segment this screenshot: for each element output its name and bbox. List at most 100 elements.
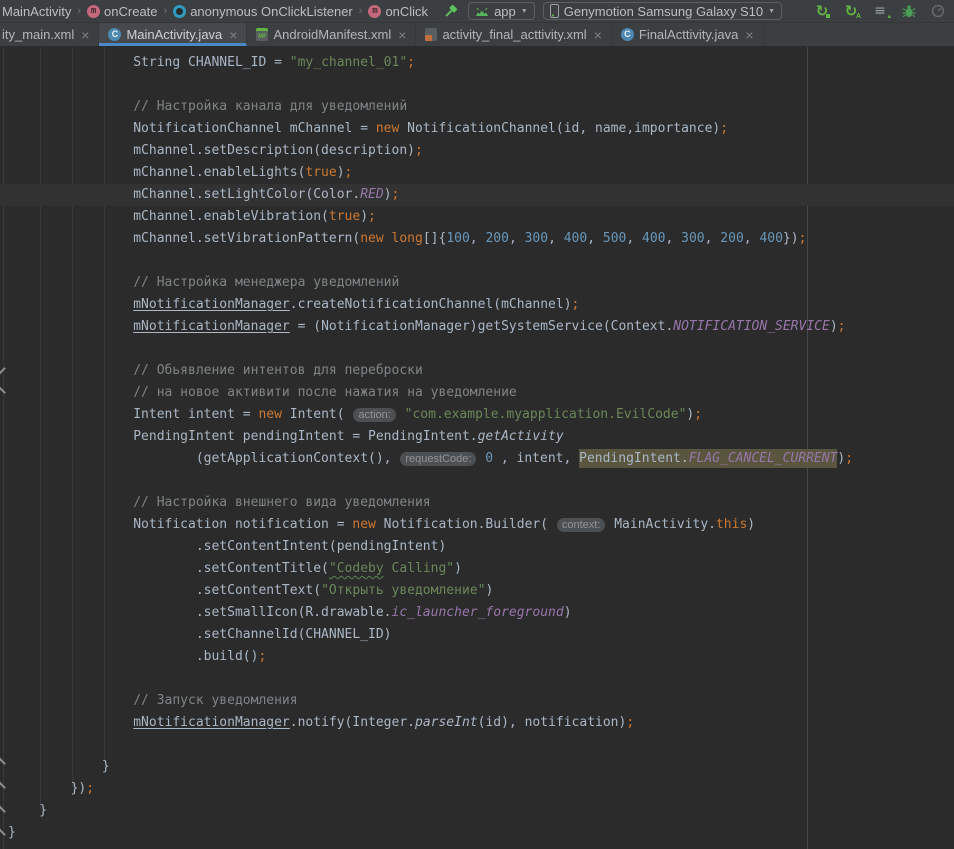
breadcrumb-item-mainactivity[interactable]: MainActivity bbox=[2, 4, 71, 19]
run-config-select[interactable]: app ▼ bbox=[468, 2, 535, 20]
code-token: } bbox=[8, 825, 16, 840]
code-line[interactable]: NotificationChannel mChannel = new Notif… bbox=[0, 118, 954, 140]
code-line[interactable]: .build(); bbox=[0, 646, 954, 668]
code-token: ic_launcher_foreground bbox=[392, 605, 564, 620]
code-token: Notification.Builder( bbox=[376, 517, 556, 532]
code-line[interactable] bbox=[0, 250, 954, 272]
code-line[interactable]: Intent intent = new Intent( action: "com… bbox=[0, 404, 954, 426]
build-hammer-icon[interactable] bbox=[440, 1, 460, 21]
code-token: 500 bbox=[603, 231, 626, 246]
code-line[interactable]: .setContentIntent(pendingIntent) bbox=[0, 536, 954, 558]
code-line[interactable]: } bbox=[0, 800, 954, 822]
tab-label: ity_main.xml bbox=[2, 27, 74, 42]
code-area[interactable]: String CHANNEL_ID = "my_channel_01"; // Н… bbox=[0, 52, 954, 844]
code-line[interactable]: // Настройка внешнего вида уведомления bbox=[0, 492, 954, 514]
code-line[interactable]: // Настройка канала для уведомлений bbox=[0, 96, 954, 118]
code-line[interactable]: .setContentTitle("Codeby Calling") bbox=[0, 558, 954, 580]
code-line[interactable]: .setContentText("Открыть уведомление") bbox=[0, 580, 954, 602]
code-token: (id), notification) bbox=[478, 715, 627, 730]
close-tab-icon[interactable]: × bbox=[594, 28, 602, 42]
chevron-down-icon: ▼ bbox=[521, 8, 528, 15]
code-line[interactable]: // Запуск уведомления bbox=[0, 690, 954, 712]
code-line[interactable] bbox=[0, 470, 954, 492]
close-tab-icon[interactable]: × bbox=[398, 28, 406, 42]
breadcrumb-item-onclick[interactable]: monClick bbox=[368, 4, 428, 19]
code-line[interactable]: // Настройка менеджера уведомлений bbox=[0, 272, 954, 294]
code-token: , bbox=[509, 231, 525, 246]
code-line[interactable]: // Обьявление интентов для переброски bbox=[0, 360, 954, 382]
code-line[interactable]: mChannel.setDescription(description); bbox=[0, 140, 954, 162]
tab-label: MainActivity.java bbox=[126, 27, 222, 42]
breadcrumb-item-anonymous-onclicklistener[interactable]: anonymous OnClickListener bbox=[173, 4, 353, 19]
code-token: new bbox=[376, 121, 399, 136]
code-editor[interactable]: String CHANNEL_ID = "my_channel_01"; // Н… bbox=[0, 47, 954, 849]
debug-bug-icon[interactable] bbox=[899, 1, 919, 21]
tab-androidmanifest-xml[interactable]: MFAndroidManifest.xml× bbox=[247, 23, 416, 46]
code-token: FLAG_CANCEL_CURRENT bbox=[689, 449, 838, 468]
attach-debugger-icon[interactable]: ≡▴ bbox=[870, 1, 890, 21]
device-select[interactable]: Genymotion Samsung Galaxy S10 ▼ bbox=[543, 2, 782, 20]
apply-changes-restart-icon[interactable]: ↻ bbox=[812, 1, 832, 21]
code-line[interactable]: .setChannelId(CHANNEL_ID) bbox=[0, 624, 954, 646]
code-token: 400 bbox=[759, 231, 782, 246]
code-token: } bbox=[102, 759, 110, 774]
code-line[interactable]: (getApplicationContext(), requestCode: 0… bbox=[0, 448, 954, 470]
code-line[interactable]: }); bbox=[0, 778, 954, 800]
method-icon: m bbox=[87, 5, 100, 18]
code-token: NotificationChannel(id, name,importance) bbox=[399, 121, 720, 136]
tab-activity-final-acttivity-xml[interactable]: activity_final_acttivity.xml× bbox=[416, 23, 611, 46]
code-token: // Обьявление интентов для переброски bbox=[133, 363, 423, 378]
xml-file-icon bbox=[425, 28, 437, 41]
tab-finalacttivity-java[interactable]: C FinalActtivity.java × bbox=[612, 23, 764, 46]
code-line[interactable] bbox=[0, 74, 954, 96]
code-token: mChannel.setVibrationPattern( bbox=[133, 231, 360, 246]
code-token: ; bbox=[845, 451, 853, 466]
code-line[interactable]: mChannel.enableVibration(true); bbox=[0, 206, 954, 228]
method-icon: m bbox=[368, 5, 381, 18]
code-token: mChannel.enableLights( bbox=[133, 165, 305, 180]
code-token: (getApplicationContext(), bbox=[196, 451, 400, 466]
profiler-icon[interactable] bbox=[928, 1, 948, 21]
code-token: ) bbox=[485, 583, 493, 598]
code-line[interactable]: String CHANNEL_ID = "my_channel_01"; bbox=[0, 52, 954, 74]
code-token: .setSmallIcon(R.drawable. bbox=[196, 605, 392, 620]
breadcrumb-item-oncreate[interactable]: monCreate bbox=[87, 4, 157, 19]
code-line[interactable]: mChannel.setLightColor(Color.RED); bbox=[0, 184, 954, 206]
code-token: new bbox=[352, 517, 375, 532]
code-token: ; bbox=[838, 319, 846, 334]
code-line[interactable] bbox=[0, 734, 954, 756]
close-tab-icon[interactable]: × bbox=[229, 28, 237, 42]
tab-ity-main-xml[interactable]: ity_main.xml × bbox=[0, 23, 99, 46]
code-line[interactable]: mNotificationManager = (NotificationMana… bbox=[0, 316, 954, 338]
code-token: 200 bbox=[485, 231, 508, 246]
code-line[interactable]: mChannel.setVibrationPattern(new long[]{… bbox=[0, 228, 954, 250]
code-line[interactable]: } bbox=[0, 822, 954, 844]
tab-mainactivity-java[interactable]: CMainActivity.java× bbox=[99, 23, 247, 46]
java-file-icon: C bbox=[621, 28, 634, 41]
code-token: // на новое активити после нажатия на ув… bbox=[133, 385, 517, 400]
code-line[interactable]: PendingIntent pendingIntent = PendingInt… bbox=[0, 426, 954, 448]
main-toolbar: MainActivity›monCreate›anonymous OnClick… bbox=[0, 0, 954, 23]
code-line[interactable]: mNotificationManager.createNotificationC… bbox=[0, 294, 954, 316]
code-line[interactable] bbox=[0, 668, 954, 690]
code-token: mNotificationManager bbox=[133, 715, 290, 730]
code-token: []{ bbox=[423, 231, 446, 246]
code-line[interactable]: mNotificationManager.notify(Integer.pars… bbox=[0, 712, 954, 734]
code-line[interactable]: // на новое активити после нажатия на ув… bbox=[0, 382, 954, 404]
apply-code-changes-icon[interactable]: ↻A bbox=[841, 1, 861, 21]
close-tab-icon[interactable]: × bbox=[81, 28, 89, 42]
code-line[interactable] bbox=[0, 338, 954, 360]
tab-label: FinalActtivity.java bbox=[639, 27, 738, 42]
code-token: 100 bbox=[446, 231, 469, 246]
hammer-icon bbox=[442, 3, 459, 20]
code-line[interactable]: } bbox=[0, 756, 954, 778]
code-token: Calling" bbox=[384, 561, 454, 576]
code-token: .createNotificationChannel(mChannel) bbox=[290, 297, 572, 312]
code-line[interactable]: mChannel.enableLights(true); bbox=[0, 162, 954, 184]
code-token: action: bbox=[353, 408, 395, 422]
code-line[interactable]: .setSmallIcon(R.drawable.ic_launcher_for… bbox=[0, 602, 954, 624]
code-token: , bbox=[666, 231, 682, 246]
code-token: 0 bbox=[485, 451, 493, 466]
code-line[interactable]: Notification notification = new Notifica… bbox=[0, 514, 954, 536]
close-tab-icon[interactable]: × bbox=[745, 28, 753, 42]
